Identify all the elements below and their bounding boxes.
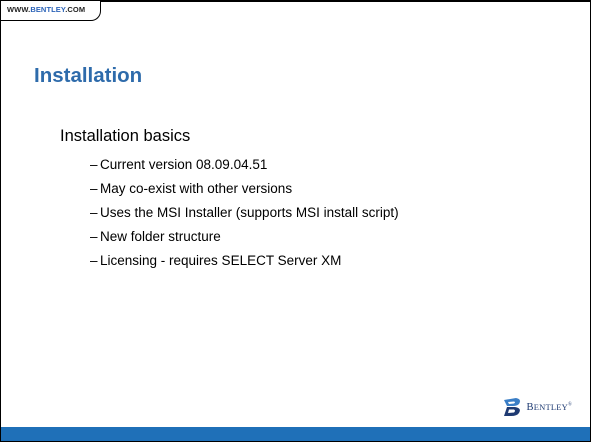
website-url[interactable]: WWW.BENTLEY.COM [7, 5, 85, 14]
bullet-item: – Uses the MSI Installer (supports MSI in… [90, 200, 399, 224]
bullet-list: – Current version 08.09.04.51 – May co-exi… [60, 152, 399, 272]
bullet-text: Current version 08.09.04.51 [100, 156, 268, 172]
dash-bullet-icon: – [90, 156, 98, 172]
logo-trademark: ® [568, 402, 572, 407]
logo-initial: B [526, 401, 534, 413]
slide-title: Installation [34, 64, 143, 87]
slide-content: Installation basics – Current version 08.… [60, 126, 399, 272]
bullet-item: – New folder structure [90, 224, 399, 248]
bentley-logo-icon [503, 398, 520, 416]
bullet-text: Licensing - requires SELECT Server XM [100, 252, 342, 268]
logo-rest: ENTLEY [533, 401, 568, 412]
bullet-item: – Current version 08.09.04.51 [90, 152, 399, 176]
header-rule [101, 1, 590, 2]
website-url-suffix: .COM [65, 5, 86, 14]
header-tab: WWW.BENTLEY.COM [1, 1, 101, 21]
lead-text: Installation basics [60, 127, 191, 145]
bullet-item: – May co-exist with other versions [90, 176, 399, 200]
bentley-logo: BENTLEY® [502, 397, 572, 417]
website-url-brand: BENTLEY [30, 5, 66, 14]
dash-bullet-icon: – [90, 180, 98, 196]
website-url-prefix: WWW. [7, 5, 31, 14]
footer-bar [1, 427, 590, 441]
dash-bullet-icon: – [90, 228, 98, 244]
bullet-item: – Licensing - requires SELECT Server XM [90, 248, 399, 272]
bullet-text: New folder structure [100, 228, 221, 244]
bentley-logo-text: BENTLEY® [527, 402, 572, 413]
bullet-text: Uses the MSI Installer (supports MSI ins… [100, 204, 399, 220]
slide: WWW.BENTLEY.COM Installation Installatio… [0, 0, 591, 442]
bullet-text: May co-exist with other versions [100, 180, 293, 196]
dash-bullet-icon: – [90, 204, 98, 220]
dash-bullet-icon: – [90, 252, 98, 268]
